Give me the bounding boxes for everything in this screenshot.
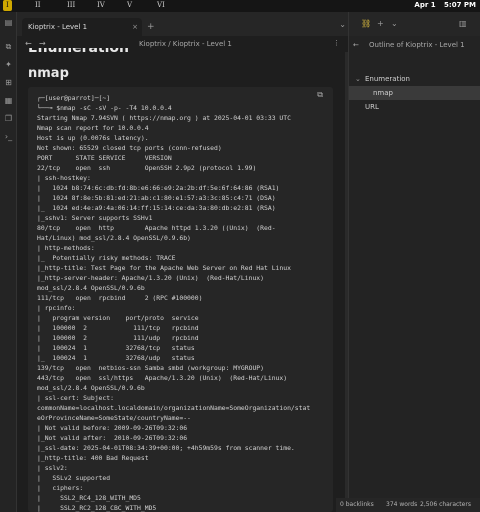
workspace-5-button[interactable]: V xyxy=(127,1,132,9)
code-line: |_http-title: Test Page for the Apache W… xyxy=(37,264,291,272)
more-options-icon[interactable]: ⋮ xyxy=(333,39,340,47)
close-tab-icon[interactable]: × xyxy=(132,18,138,36)
collapse-sidebar-icon[interactable]: ▤ xyxy=(4,18,13,27)
new-tab-icon[interactable]: + xyxy=(147,22,155,32)
tab-list-chevron-icon[interactable]: ⌄ xyxy=(339,20,346,29)
code-line: | Not valid before: 2009-09-26T09:32:06 xyxy=(37,424,188,432)
code-line: | 100000 2 111/udp rpcbind xyxy=(37,334,199,342)
links-icon[interactable]: ⛓ xyxy=(361,19,371,28)
back-arrow-icon[interactable]: ← xyxy=(25,39,32,48)
code-block[interactable]: ⧉ ┌─[user@parrot]─[~] └──╼ $nmap -sC -sV … xyxy=(28,87,333,512)
code-line: Nmap scan report for 10.0.0.4 xyxy=(37,124,149,132)
word-count: 374 words xyxy=(386,501,418,508)
system-tray: Apr 1 5:07 PM xyxy=(408,1,476,9)
workspace-1-button[interactable]: I xyxy=(3,0,12,11)
date-label: Apr 1 xyxy=(414,1,436,9)
chevron-down-icon[interactable]: ⌄ xyxy=(355,72,361,86)
code-line: Not shown: 65529 closed tcp ports (conn-… xyxy=(37,144,222,152)
code-line: | 100000 2 111/tcp rpcbind xyxy=(37,324,199,332)
code-line: |_ Potentially risky methods: TRACE xyxy=(37,254,176,262)
code-line: | ssl-cert: Subject: xyxy=(37,394,114,402)
code-line: |_http-server-header: Apache/1.3.20 (Uni… xyxy=(37,274,265,282)
code-line: Hat/Linux) mod_ssl/2.8.4 OpenSSL/0.9.6b) xyxy=(37,234,191,242)
clock-label: 5:07 PM xyxy=(444,1,476,9)
graph-view-icon[interactable]: ✦ xyxy=(4,60,13,69)
left-ribbon: ▤ ⧉ ✦ ⊞ ▦ ❐ ›_ xyxy=(0,12,17,512)
forward-arrow-icon[interactable]: → xyxy=(39,39,46,48)
terminal-icon[interactable]: ›_ xyxy=(4,132,13,141)
add-tab-icon[interactable]: + xyxy=(377,19,384,28)
code-line: | SSLv2 supported xyxy=(37,474,111,482)
code-line: | http-methods: xyxy=(37,244,95,252)
code-line: └──╼ $nmap -sC -sV -p- -T4 10.0.0.4 xyxy=(37,104,172,112)
toggle-right-sidebar-icon[interactable]: ▥ xyxy=(459,19,467,28)
code-line: |_http-title: 400 Bad Request xyxy=(37,454,149,462)
code-line: 443/tcp open ssl/https Apache/1.3.20 (Un… xyxy=(37,374,288,382)
code-line: 22/tcp open ssh OpenSSH 2.9p2 (protocol … xyxy=(37,164,257,172)
code-line: 139/tcp open netbios-ssn Samba smbd (wor… xyxy=(37,364,265,372)
status-bar: 0 backlinks 374 words 2,506 characters xyxy=(336,498,480,512)
character-count: 2,506 characters xyxy=(420,501,471,508)
code-line: | ssh-hostkey: xyxy=(37,174,91,182)
workspace-4-button[interactable]: IV xyxy=(97,1,105,9)
tab-kioptrix-level-1[interactable]: Kioptrix - Level 1 × xyxy=(22,18,142,36)
copy-code-icon[interactable]: ⧉ xyxy=(317,90,323,100)
code-line: |_ssl-date: 2025-04-01T08:34:39+00:00; +… xyxy=(37,444,295,452)
code-line: ┌─[user@parrot]─[~] xyxy=(37,94,111,102)
code-line: Host is up (0.0076s latency). xyxy=(37,134,149,142)
templates-icon[interactable]: ❐ xyxy=(4,114,13,123)
code-line: | 1024 b8:74:6c:db:fd:8b:e6:66:e9:2a:2b:… xyxy=(37,184,280,192)
outline-tree: ⌄ Enumeration nmap URL xyxy=(349,72,480,114)
outline-title: Outline of Kioptrix - Level 1 xyxy=(369,41,465,49)
code-line: commonName=localhost.localdomain/organiz… xyxy=(37,404,311,412)
tab-strip: Kioptrix - Level 1 × + ⌄ xyxy=(17,12,348,36)
right-sidebar-tabs: ⛓ + ⌄ ▥ xyxy=(349,12,480,36)
code-line: | ciphers: xyxy=(37,484,84,492)
backlinks-count[interactable]: 0 backlinks xyxy=(340,498,374,512)
daily-note-icon[interactable]: ▦ xyxy=(4,96,13,105)
outline-item-url[interactable]: URL xyxy=(349,100,480,114)
code-line: | program version port/proto service xyxy=(37,314,199,322)
chevron-down-icon[interactable]: ⌄ xyxy=(391,19,398,28)
code-line: | SSL2_RC2_128_CBC_WITH_MD5 xyxy=(37,504,157,512)
code-line: mod_ssl/2.8.4 OpenSSL/0.9.6b xyxy=(37,384,145,392)
code-line: PORT STATE SERVICE VERSION xyxy=(37,154,172,162)
open-quick-switcher-icon[interactable]: ⧉ xyxy=(4,42,13,51)
code-line: | rpcinfo: xyxy=(37,304,76,312)
code-line: | sslv2: xyxy=(37,464,68,472)
workspace-6-button[interactable]: VI xyxy=(157,1,165,9)
outline-item-enumeration[interactable]: ⌄ Enumeration xyxy=(349,72,480,86)
code-line: Starting Nmap 7.94SVN ( https://nmap.org… xyxy=(37,114,291,122)
code-line: 80/tcp open http Apache httpd 1.3.20 ((U… xyxy=(37,224,276,232)
code-line: | SSL2_RC4_128_WITH_MD5 xyxy=(37,494,141,502)
heading-nmap: nmap xyxy=(28,66,69,81)
code-line: eOrProvinceName=SomeState/countryName=-- xyxy=(37,414,191,422)
code-text: ┌─[user@parrot]─[~] └──╼ $nmap -sC -sV -p… xyxy=(37,93,310,512)
code-line: |_ 1024 ed:4e:a9:4a:06:14:ff:15:14:ce:da… xyxy=(37,204,276,212)
outline-item-nmap[interactable]: nmap xyxy=(349,86,480,100)
code-line: mod_ssl/2.8.4 OpenSSL/0.9.6b xyxy=(37,284,145,292)
tab-title: Kioptrix - Level 1 xyxy=(28,23,88,31)
right-sidebar: ⛓ + ⌄ ▥ ← Outline of Kioptrix - Level 1 … xyxy=(348,12,480,512)
code-line: | 100024 1 32768/tcp status xyxy=(37,344,195,352)
back-arrow-icon[interactable]: ← xyxy=(353,41,359,49)
code-line: |_sshv1: Server supports SSHv1 xyxy=(37,214,153,222)
system-top-bar: I II III IV V VI Apr 1 5:07 PM xyxy=(0,0,480,12)
code-line: 111/tcp open rpcbind 2 (RPC #100000) xyxy=(37,294,203,302)
canvas-icon[interactable]: ⊞ xyxy=(4,78,13,87)
outline-nav-bar: ← Outline of Kioptrix - Level 1 xyxy=(349,38,480,52)
breadcrumb[interactable]: Kioptrix / Kioptrix - Level 1 xyxy=(139,40,232,48)
code-line: |_Not valid after: 2010-09-26T09:32:06 xyxy=(37,434,188,442)
workspace-3-button[interactable]: III xyxy=(67,1,75,9)
code-line: |_ 100024 1 32768/udp status xyxy=(37,354,195,362)
workspace-2-button[interactable]: II xyxy=(35,1,41,9)
code-line: | 1024 8f:8e:5b:81:ed:21:ab:c1:80:e1:57:… xyxy=(37,194,276,202)
